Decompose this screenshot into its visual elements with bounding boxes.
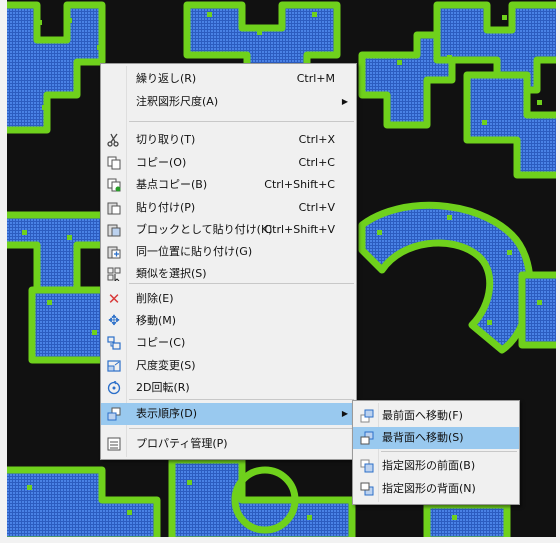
copy-icon xyxy=(106,155,122,171)
submenu-item-bring-to-front[interactable]: 最前面へ移動(F) xyxy=(353,405,519,427)
paste-icon xyxy=(106,200,122,216)
rotate-icon xyxy=(106,380,122,396)
select-similar-icon xyxy=(106,266,122,282)
paste-original-coordinates-icon xyxy=(106,244,122,260)
menu-item-shortcut: Ctrl+X xyxy=(298,133,335,146)
menu-item-label: プロパティ管理(P) xyxy=(136,437,228,450)
submenu-arrow-icon: ▶ xyxy=(341,97,348,106)
menu-item-shortcut: Ctrl+M xyxy=(296,72,335,85)
menu-item-label: 貼り付け(P) xyxy=(136,201,196,214)
menu-item-label: 尺度変更(S) xyxy=(136,359,196,372)
send-under-objects-icon xyxy=(359,481,375,497)
menu-item-label: 繰り返し(R) xyxy=(136,72,197,85)
menu-item-label: コピー(C) xyxy=(136,336,186,349)
menu-item-scissors[interactable]: 切り取り(T) Ctrl+X xyxy=(101,129,356,151)
submenu-item-send-to-back[interactable]: 最背面へ移動(S) xyxy=(353,427,519,449)
menu-item-label: ブロックとして貼り付け(K) xyxy=(136,223,273,236)
bring-to-front-icon xyxy=(359,408,375,424)
menu-item-label: 表示順序(D) xyxy=(136,407,198,420)
submenu-arrow-icon: ▶ xyxy=(341,409,348,418)
letter-shape-mid-left-2 xyxy=(28,286,111,364)
letter-shape-mid-right xyxy=(358,201,534,354)
menu-item-shortcut: Ctrl+C xyxy=(298,156,335,169)
menu-item-label: 削除(E) xyxy=(136,292,174,305)
context-menu: 繰り返し(R) Ctrl+M 注釈図形尺度(A) ▶ 切り取り(T) Ctrl+X コピー(… xyxy=(100,63,357,460)
menu-separator xyxy=(129,283,354,284)
menu-item-draw-order[interactable]: 表示順序(D) ▶ xyxy=(101,403,356,425)
menu-item-delete[interactable]: ✕ 削除(E) xyxy=(101,288,356,310)
menu-item-rotate[interactable]: 2D回転(R) xyxy=(101,377,356,399)
menu-separator xyxy=(129,121,354,122)
draw-order-icon xyxy=(106,406,122,422)
menu-item-copy[interactable]: コピー(O) Ctrl+C xyxy=(101,152,356,174)
menu-item-label: 基点コピー(B) xyxy=(136,178,208,191)
menu-item-annotation-scale[interactable]: 注釈図形尺度(A) ▶ xyxy=(101,91,356,113)
submenu-item-label: 最背面へ移動(S) xyxy=(382,431,464,444)
menu-item-paste-original-coordinates[interactable]: 同一位置に貼り付け(G) xyxy=(101,241,356,263)
menu-item-paste-as-block[interactable]: ブロックとして貼り付け(K) Ctrl+Shift+V xyxy=(101,219,356,241)
scissors-icon xyxy=(106,132,122,148)
menu-separator xyxy=(129,399,354,400)
menu-item-label: コピー(O) xyxy=(136,156,187,169)
menu-item-label: 2D回転(R) xyxy=(136,381,190,394)
move-icon: ✥ xyxy=(108,313,120,329)
bring-above-objects-icon xyxy=(359,458,375,474)
menu-item-select-similar[interactable]: 類似を選択(S) xyxy=(101,263,356,285)
submenu-item-label: 指定図形の前面(B) xyxy=(382,459,476,472)
copy-objects-icon xyxy=(106,335,122,351)
submenu-item-label: 指定図形の背面(N) xyxy=(382,482,476,495)
menu-item-copy-objects[interactable]: コピー(C) xyxy=(101,332,356,354)
scale-icon xyxy=(106,358,122,374)
submenu-item-label: 最前面へ移動(F) xyxy=(382,409,463,422)
base-point-copy-icon xyxy=(106,177,122,193)
letter-shape-top-left xyxy=(7,1,106,134)
menu-item-label: 類似を選択(S) xyxy=(136,267,207,280)
menu-item-scale[interactable]: 尺度変更(S) xyxy=(101,355,356,377)
menu-item-base-point-copy[interactable]: 基点コピー(B) Ctrl+Shift+C xyxy=(101,174,356,196)
letter-shape-bottom-left xyxy=(7,466,161,537)
properties-icon xyxy=(106,436,122,452)
menu-item-shortcut: Ctrl+Shift+V xyxy=(264,223,335,236)
menu-separator xyxy=(129,428,354,429)
draw-order-submenu: 最前面へ移動(F) 最背面へ移動(S) 指定図形の前面(B) 指定図形の背面(N) xyxy=(352,400,520,505)
letter-shape-bottom-right-2 xyxy=(423,501,511,537)
menu-item-shortcut: Ctrl+V xyxy=(298,201,335,214)
submenu-separator xyxy=(381,451,517,452)
menu-item-label: 注釈図形尺度(A) xyxy=(136,95,219,108)
menu-item-shortcut: Ctrl+Shift+C xyxy=(264,178,335,191)
menu-item-label: 同一位置に貼り付け(G) xyxy=(136,245,253,258)
menu-item-label: 移動(M) xyxy=(136,314,177,327)
letter-shape-top-right-3 xyxy=(463,71,556,179)
menu-item-paste[interactable]: 貼り付け(P) Ctrl+V xyxy=(101,197,356,219)
submenu-item-send-under-objects[interactable]: 指定図形の背面(N) xyxy=(353,478,519,500)
submenu-item-bring-above-objects[interactable]: 指定図形の前面(B) xyxy=(353,455,519,477)
paste-as-block-icon xyxy=(106,222,122,238)
menu-item-properties[interactable]: プロパティ管理(P) xyxy=(101,433,356,455)
delete-icon: ✕ xyxy=(107,290,121,308)
letter-shape-bottom-right xyxy=(518,271,556,349)
menu-item-move[interactable]: ✥ 移動(M) xyxy=(101,310,356,332)
send-to-back-icon xyxy=(359,430,375,446)
menu-item-repeat[interactable]: 繰り返し(R) Ctrl+M xyxy=(101,68,356,90)
menu-item-label: 切り取り(T) xyxy=(136,133,196,146)
